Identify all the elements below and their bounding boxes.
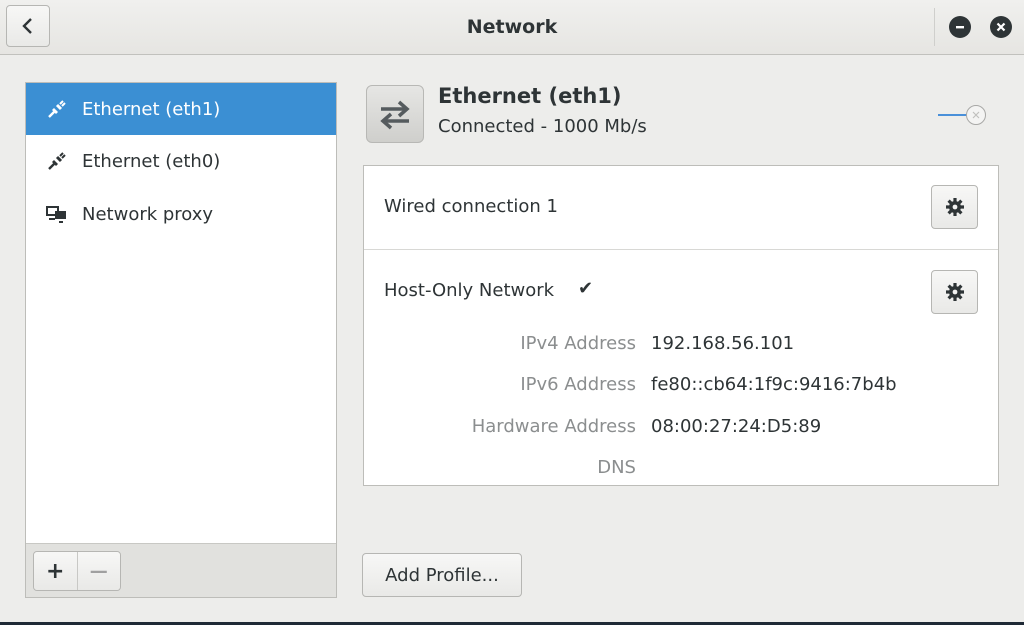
header-separator — [934, 8, 935, 46]
ipv4-label: IPv4 Address — [520, 333, 636, 354]
ipv4-value: 192.168.56.101 — [651, 333, 795, 354]
wired-connection-settings-button[interactable] — [931, 185, 978, 229]
ipv6-label: IPv6 Address — [520, 374, 636, 395]
host-only-settings-button[interactable] — [931, 270, 978, 314]
dns-label: DNS — [597, 457, 636, 478]
add-profile-button[interactable]: Add Profile... — [362, 553, 522, 597]
network-transfer-arrows-icon — [366, 85, 424, 143]
ipv6-value: fe80::cb64:1f9c:9416:7b4b — [651, 374, 897, 395]
chevron-left-icon — [22, 18, 32, 34]
ethernet-plug-icon — [45, 150, 69, 172]
sidebar-item-ethernet-eth1[interactable]: Ethernet (eth1) — [26, 83, 336, 135]
network-settings-window: Network Ethernet (eth1) Ethernet (eth0) … — [0, 0, 1024, 622]
device-name: Ethernet (eth1) — [438, 84, 622, 108]
device-status: Connected - 1000 Mb/s — [438, 116, 647, 137]
hardware-address-value: 08:00:27:24:D5:89 — [651, 416, 822, 437]
sidebar-item-ethernet-eth0[interactable]: Ethernet (eth0) — [26, 135, 336, 187]
device-power-switch[interactable] — [938, 103, 990, 127]
profile-name-wired-connection-1: Wired connection 1 — [384, 196, 558, 217]
active-check-icon: ✔ — [578, 278, 594, 299]
sidebar-item-label: Network proxy — [82, 203, 214, 225]
hardware-address-label: Hardware Address — [471, 416, 636, 437]
header-bar: Network — [0, 0, 1024, 55]
back-button[interactable] — [6, 5, 50, 47]
window-title: Network — [466, 16, 558, 38]
minimize-button[interactable] — [949, 16, 971, 38]
gear-icon — [945, 283, 964, 301]
network-proxy-icon — [45, 204, 69, 224]
device-sidebar: Ethernet (eth1) Ethernet (eth0) Network … — [25, 82, 337, 598]
ethernet-plug-icon — [45, 98, 69, 120]
add-connection-button[interactable]: + — [34, 552, 77, 590]
sidebar-item-label: Ethernet (eth0) — [82, 150, 221, 172]
connection-profiles-panel: Wired connection 1 Host-Only Network ✔ I… — [363, 165, 999, 486]
close-button[interactable] — [990, 16, 1012, 38]
gear-icon — [945, 198, 964, 216]
switch-off-mark-icon — [972, 111, 980, 119]
sidebar-toolbar: + — — [26, 543, 336, 597]
remove-connection-button[interactable]: — — [76, 552, 120, 590]
close-icon — [996, 22, 1006, 32]
profile-divider — [364, 249, 998, 250]
add-remove-group: + — — [33, 551, 121, 591]
minimize-icon — [956, 26, 964, 29]
sidebar-item-network-proxy[interactable]: Network proxy — [26, 188, 336, 240]
switch-knob — [966, 105, 986, 125]
sidebar-item-label: Ethernet (eth1) — [82, 98, 221, 120]
profile-name-host-only-network: Host-Only Network — [384, 280, 555, 301]
